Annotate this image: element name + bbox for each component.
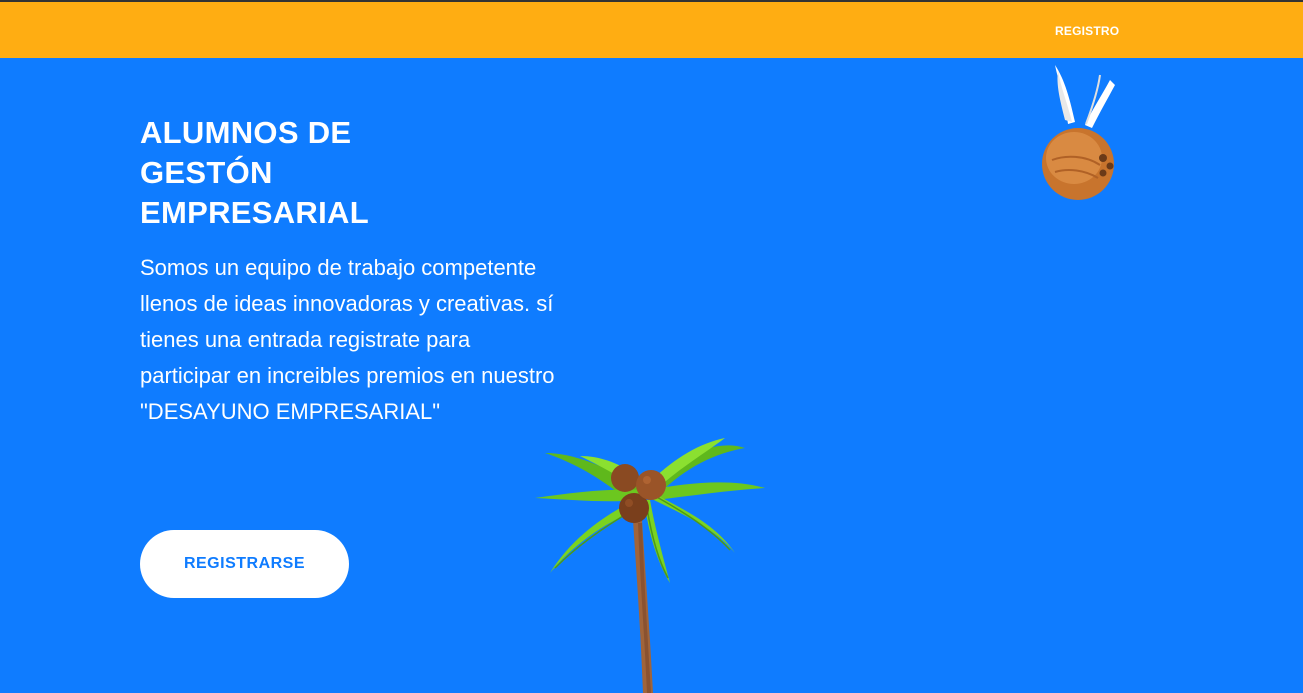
nav-register-link[interactable]: REGISTRO [1055, 24, 1119, 38]
hero-title: ALUMNOS DE GESTÓN EMPRESARIAL [140, 115, 369, 230]
register-button[interactable]: REGISTRARSE [140, 530, 349, 598]
hero-description: Somos un equipo de trabajo competente ll… [140, 255, 555, 424]
coconut-with-wings-illustration [1042, 65, 1115, 200]
navbar: REGISTRO [0, 2, 1303, 58]
palm-tree-illustration [535, 438, 765, 693]
